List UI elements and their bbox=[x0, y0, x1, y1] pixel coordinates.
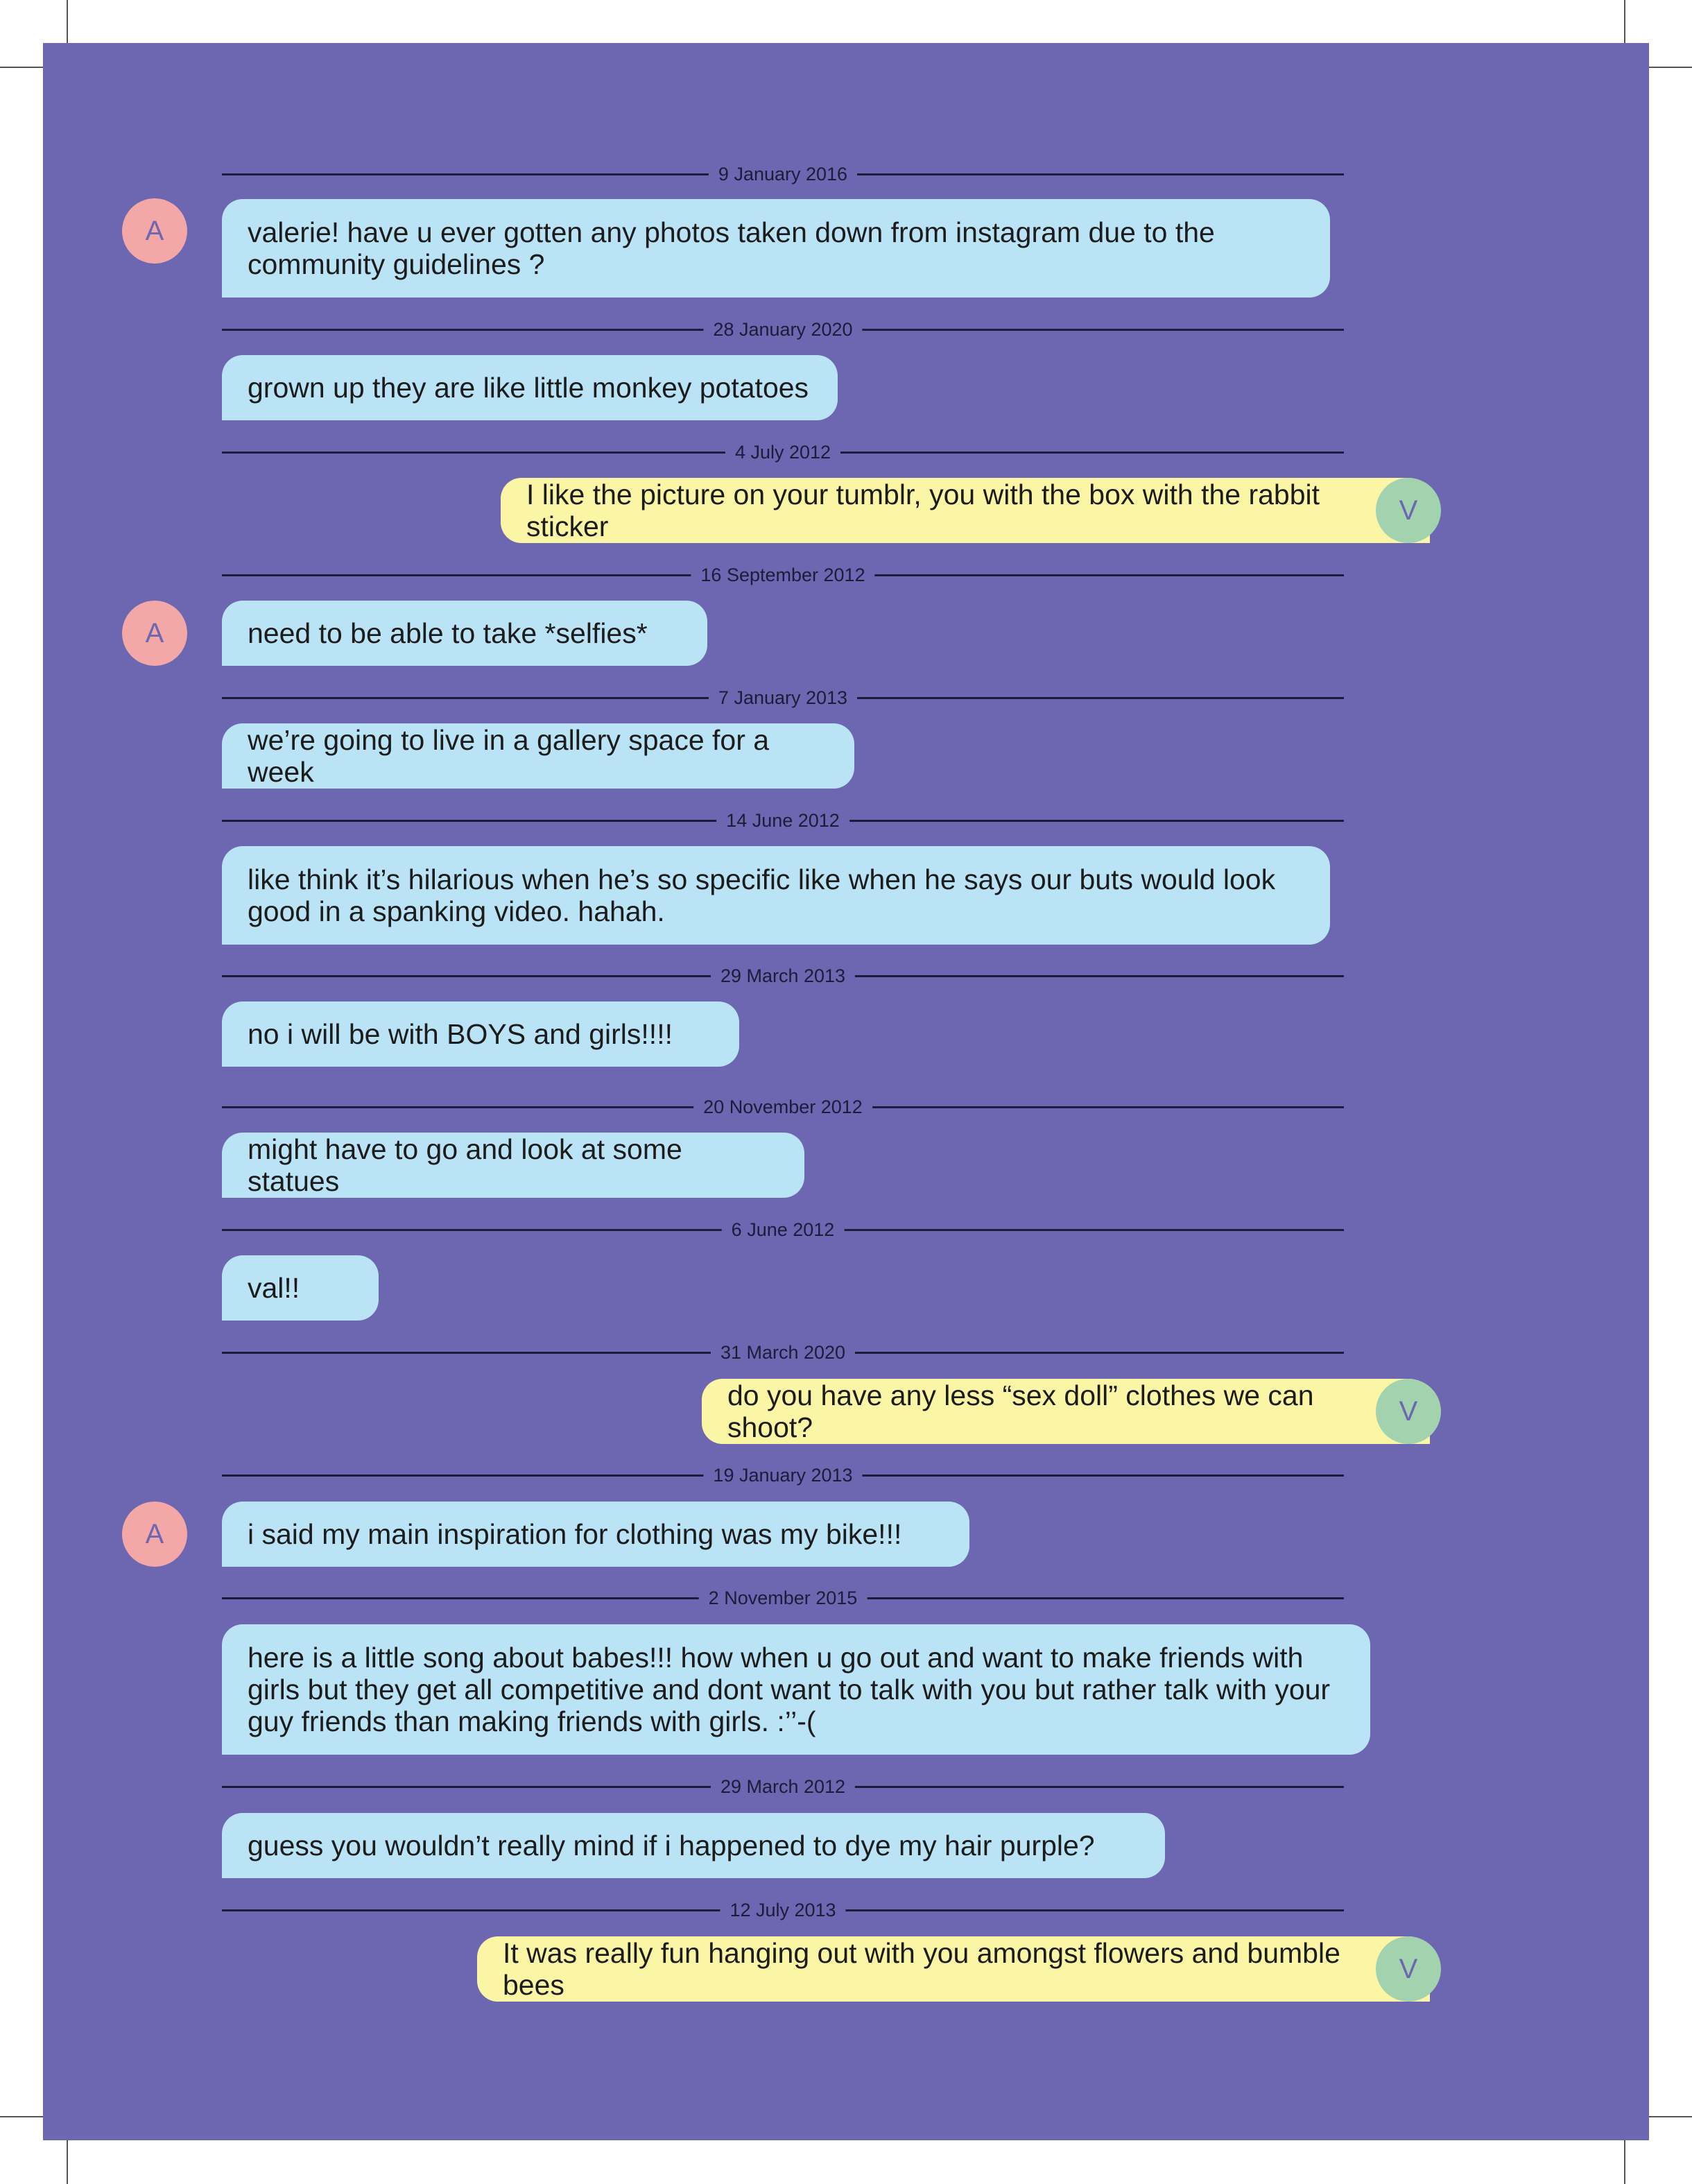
date-separator: 6 June 2012 bbox=[222, 1218, 1344, 1241]
date-label: 7 January 2013 bbox=[708, 686, 858, 710]
date-separator: 28 January 2020 bbox=[222, 318, 1344, 341]
date-label: 28 January 2020 bbox=[703, 318, 863, 341]
date-separator: 16 September 2012 bbox=[222, 563, 1344, 587]
crop-mark bbox=[1649, 2116, 1692, 2117]
message-bubble-a: need to be able to take *selfies* bbox=[222, 601, 707, 666]
message-bubble-a: i said my main inspiration for clothing … bbox=[222, 1502, 969, 1567]
date-label: 16 September 2012 bbox=[691, 563, 875, 587]
date-separator: 12 July 2013 bbox=[222, 1898, 1344, 1922]
message-bubble-a: grown up they are like little monkey pot… bbox=[222, 355, 838, 420]
avatar-a: A bbox=[122, 601, 187, 666]
date-separator: 31 March 2020 bbox=[222, 1341, 1344, 1364]
message-bubble-a: like think it’s hilarious when he’s so s… bbox=[222, 846, 1330, 945]
message-bubble-a: we’re going to live in a gallery space f… bbox=[222, 723, 854, 789]
date-label: 29 March 2012 bbox=[710, 1775, 856, 1798]
date-label: 6 June 2012 bbox=[721, 1218, 845, 1241]
message-bubble-a: might have to go and look at some statue… bbox=[222, 1133, 804, 1198]
message-bubble-v: I like the picture on your tumblr, you w… bbox=[501, 478, 1430, 543]
avatar-a: A bbox=[122, 198, 187, 264]
date-label: 9 January 2016 bbox=[708, 162, 858, 186]
message-bubble-a: guess you wouldn’t really mind if i happ… bbox=[222, 1813, 1165, 1878]
avatar-a: A bbox=[122, 1502, 187, 1567]
avatar-v: V bbox=[1376, 478, 1441, 543]
crop-mark bbox=[1649, 67, 1692, 68]
date-label: 4 July 2012 bbox=[725, 440, 841, 464]
avatar-v: V bbox=[1376, 1936, 1441, 2002]
date-separator: 4 July 2012 bbox=[222, 440, 1344, 464]
crop-mark bbox=[1624, 2140, 1625, 2184]
avatar-v: V bbox=[1376, 1379, 1441, 1444]
date-separator: 29 March 2013 bbox=[222, 964, 1344, 988]
date-label: 12 July 2013 bbox=[720, 1898, 846, 1922]
date-separator: 14 June 2012 bbox=[222, 809, 1344, 832]
crop-mark bbox=[0, 67, 43, 68]
date-separator: 9 January 2016 bbox=[222, 162, 1344, 186]
date-label: 31 March 2020 bbox=[710, 1341, 856, 1364]
message-bubble-a: no i will be with BOYS and girls!!!! bbox=[222, 1001, 739, 1067]
date-label: 29 March 2013 bbox=[710, 964, 856, 988]
date-separator: 7 January 2013 bbox=[222, 686, 1344, 710]
date-label: 20 November 2012 bbox=[693, 1095, 872, 1119]
message-bubble-a: here is a little song about babes!!! how… bbox=[222, 1624, 1370, 1755]
date-label: 14 June 2012 bbox=[716, 809, 849, 832]
date-separator: 2 November 2015 bbox=[222, 1586, 1344, 1610]
date-label: 2 November 2015 bbox=[698, 1586, 867, 1610]
date-label: 19 January 2013 bbox=[703, 1463, 863, 1487]
date-separator: 20 November 2012 bbox=[222, 1095, 1344, 1119]
date-separator: 29 March 2012 bbox=[222, 1775, 1344, 1798]
message-bubble-v: It was really fun hanging out with you a… bbox=[477, 1936, 1430, 2002]
crop-mark bbox=[0, 2116, 43, 2117]
message-bubble-a: val!! bbox=[222, 1255, 379, 1321]
message-bubble-a: valerie! have u ever gotten any photos t… bbox=[222, 199, 1330, 298]
message-bubble-v: do you have any less “sex doll” clothes … bbox=[702, 1379, 1430, 1444]
crop-mark bbox=[67, 2140, 68, 2184]
date-separator: 19 January 2013 bbox=[222, 1463, 1344, 1487]
